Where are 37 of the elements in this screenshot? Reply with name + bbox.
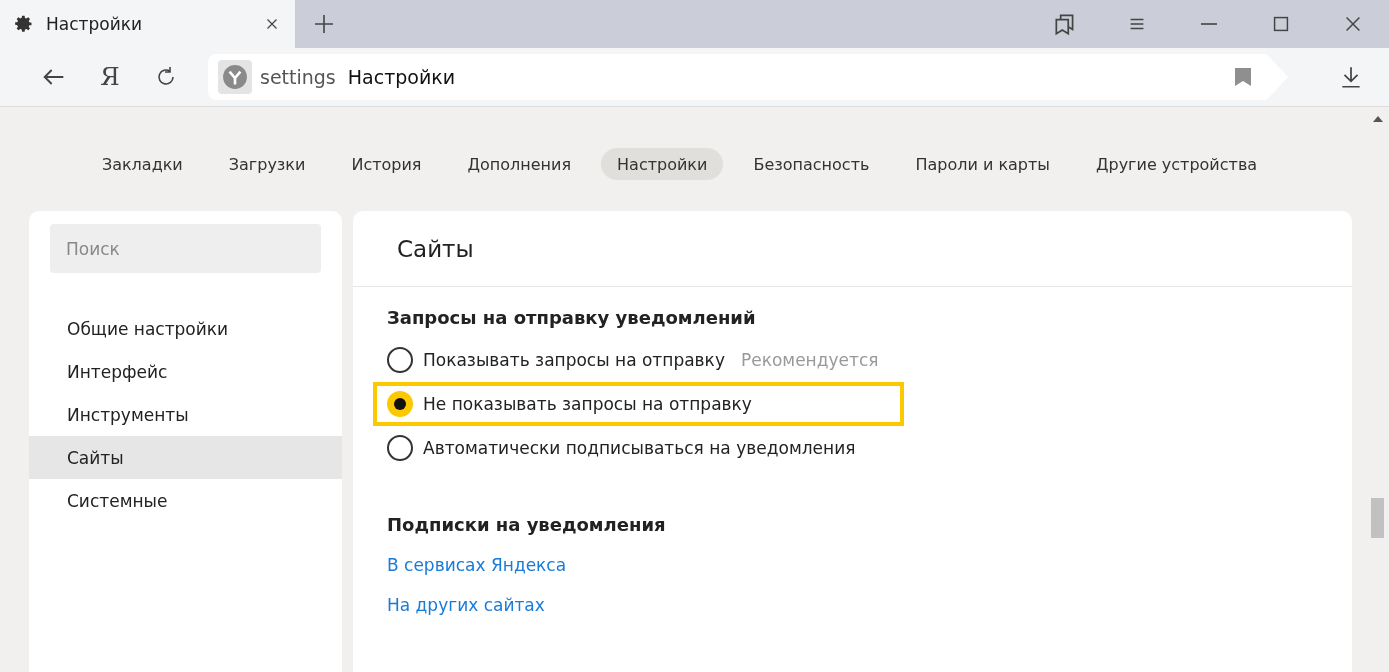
nav-tab[interactable]: Безопасность (737, 148, 886, 180)
section-heading: Подписки на уведомления (387, 514, 667, 537)
option-label: Автоматически подписываться на уведомления (423, 438, 856, 458)
radio-button[interactable] (387, 347, 413, 373)
nav-tab[interactable]: История (335, 148, 438, 180)
site-icon (218, 60, 252, 94)
sidebar-item[interactable]: Интерфейс (29, 350, 342, 393)
radio-button[interactable] (387, 391, 413, 417)
recommended-note: Рекомендуется (740, 350, 879, 370)
address-title: Настройки (347, 66, 457, 88)
sidebar-item[interactable]: Системные (29, 479, 342, 522)
gear-icon (14, 14, 34, 34)
bookmark-icon[interactable] (1234, 67, 1252, 87)
minimize-icon (1201, 23, 1217, 25)
plus-icon (312, 12, 336, 36)
radio-button[interactable] (387, 435, 413, 461)
browser-tab[interactable]: Настройки (0, 0, 295, 48)
nav-tab[interactable]: Закладки (85, 148, 199, 180)
section-heading: Запросы на отправку уведомлений (387, 307, 757, 330)
sidebar-item[interactable]: Инструменты (29, 393, 342, 436)
page-title: Сайты (353, 211, 1352, 287)
option-label: Показывать запросы на отправку (423, 350, 725, 370)
sidebar-item[interactable]: Общие настройки (29, 307, 342, 350)
link[interactable]: На других сайтах (387, 585, 545, 625)
sidebar-item[interactable]: Сайты (29, 436, 342, 479)
home-button[interactable]: Я (82, 62, 138, 92)
nav-tab[interactable]: Пароли и карты (899, 148, 1066, 180)
nav-tab[interactable]: Другие устройства (1079, 148, 1274, 180)
search-field[interactable]: Поиск (50, 224, 321, 273)
tab-title: Настройки (46, 14, 143, 34)
address-bar[interactable]: settings Настройки (208, 54, 1288, 100)
address-scheme: settings (260, 66, 336, 88)
nav-tab[interactable]: Загрузки (212, 148, 322, 180)
nav-tab[interactable]: Настройки (601, 148, 724, 180)
link[interactable]: В сервисах Яндекса (387, 545, 567, 585)
nav-tab[interactable]: Дополнения (451, 148, 588, 180)
option-label: Не показывать запросы на отправку (423, 394, 752, 414)
